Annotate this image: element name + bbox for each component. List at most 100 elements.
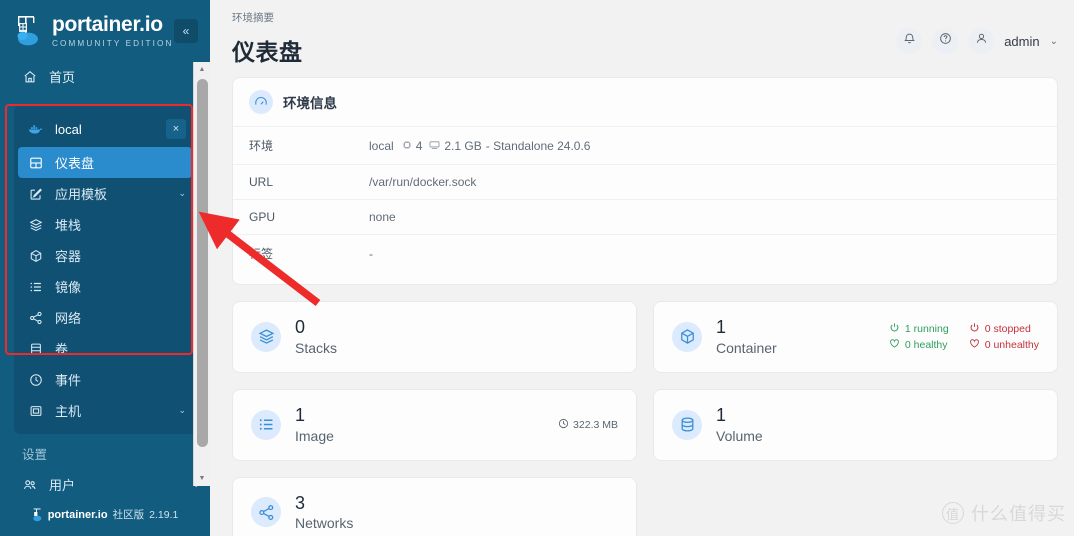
sidebar-item-networks-label: 网络 <box>55 311 82 326</box>
sidebar-scrollbar[interactable]: ▲ ▼ <box>193 62 210 486</box>
help-icon <box>939 32 952 50</box>
stat-count: 1 <box>716 317 727 337</box>
status-running-text: 1 running <box>904 322 949 335</box>
sidebar-item-containers[interactable]: 容器 <box>14 240 196 271</box>
sidebar-item-images[interactable]: 镜像 <box>14 271 196 302</box>
dashboard-icon <box>28 156 43 170</box>
env-row-tags: 标签 - <box>233 234 1057 272</box>
stats-grid: 0 Stacks 1 Image 322.3 MB 3 Networks 1 C… <box>232 301 1058 536</box>
watermark: 值 什么值得买 <box>942 500 1066 526</box>
notifications-button[interactable] <box>896 28 923 54</box>
footer-brand: portainer.io <box>47 508 108 521</box>
environment-info-header: 环境信息 <box>233 78 1057 126</box>
sidebar-scrollbar-thumb[interactable] <box>197 79 208 447</box>
stat-card-volumes[interactable]: 1 Volume <box>653 388 1058 461</box>
stat-count: 0 <box>295 317 306 337</box>
environment-info-card: 环境信息 环境 local 4 2.1 GB - Standalone 24.0… <box>232 77 1058 285</box>
environment-name: local <box>55 121 82 137</box>
watermark-text: 什么值得买 <box>971 504 1066 524</box>
environment-nav-block: local × 仪表盘 应用模板 ⌄ 堆栈 容器 镜像 网络 卷 事件 主机 ⌄ <box>14 105 196 434</box>
portainer-footer-logo-icon <box>32 508 43 522</box>
env-row-value: /var/run/docker.sock <box>369 175 477 189</box>
stat-card-images[interactable]: 1 Image 322.3 MB <box>232 388 637 461</box>
environment-info-title: 环境信息 <box>283 96 337 111</box>
env-row-url: URL /var/run/docker.sock <box>233 164 1057 199</box>
sidebar-item-volumes[interactable]: 卷 <box>14 333 196 364</box>
logo-subtitle: COMMUNITY EDITION <box>52 39 174 48</box>
stat-count: 1 <box>716 404 727 425</box>
sidebar-item-dashboard[interactable]: 仪表盘 <box>18 147 192 178</box>
sidebar-item-app-templates-label: 应用模板 <box>55 187 108 202</box>
sidebar: portainer.io COMMUNITY EDITION « 首页 loca… <box>0 0 210 536</box>
help-button[interactable] <box>932 28 959 54</box>
scroll-up-arrow-icon[interactable]: ▲ <box>194 62 210 77</box>
sidebar-item-containers-label: 容器 <box>55 249 82 264</box>
stat-label: Networks <box>295 515 354 532</box>
logo-title: portainer.io <box>52 13 163 36</box>
host-icon <box>28 404 43 418</box>
images-icon <box>251 409 281 440</box>
network-icon <box>28 311 43 325</box>
power-icon <box>889 322 900 336</box>
sidebar-item-users[interactable]: 用户 ⌄ <box>0 469 210 497</box>
stat-card-containers[interactable]: 1 Container 1 running 0 stopped 0 health… <box>653 301 1058 373</box>
cpu-icon <box>402 139 412 153</box>
status-unhealthy-text: 0 unhealthy <box>984 338 1039 351</box>
home-icon <box>22 70 37 84</box>
env-row-value: none <box>369 210 396 224</box>
sidebar-item-events[interactable]: 事件 <box>14 364 196 395</box>
close-environment-button[interactable]: × <box>166 119 186 139</box>
breadcrumb[interactable]: 环境摘要 <box>232 10 303 25</box>
bell-icon <box>903 32 916 50</box>
chevron-down-icon: ⌄ <box>178 405 186 415</box>
environment-selector[interactable]: local × <box>14 111 196 147</box>
sidebar-item-dashboard-label: 仪表盘 <box>55 156 95 171</box>
stat-count: 1 <box>295 404 306 425</box>
sidebar-logo[interactable]: portainer.io COMMUNITY EDITION « <box>0 0 210 58</box>
container-status-group: 1 running 0 stopped 0 healthy 0 unhealth… <box>889 322 1039 352</box>
sidebar-item-events-label: 事件 <box>55 373 82 388</box>
stat-card-stacks[interactable]: 0 Stacks <box>232 301 637 373</box>
watermark-logo-icon: 值 <box>942 502 964 524</box>
container-icon <box>672 321 702 352</box>
stat-count: 3 <box>295 492 306 513</box>
sidebar-item-stacks[interactable]: 堆栈 <box>14 209 196 240</box>
stat-label: Image <box>295 427 334 444</box>
env-row-gpu: GPU none <box>233 199 1057 234</box>
memory-icon <box>429 139 440 153</box>
volume-icon <box>672 409 702 440</box>
sidebar-item-home[interactable]: 首页 <box>0 58 210 95</box>
collapse-sidebar-button[interactable]: « <box>174 19 198 43</box>
template-icon <box>28 187 43 201</box>
sidebar-item-host-label: 主机 <box>55 404 82 419</box>
scroll-down-arrow-icon[interactable]: ▼ <box>194 471 210 486</box>
sidebar-item-networks[interactable]: 网络 <box>14 302 196 333</box>
stat-card-networks[interactable]: 3 Networks <box>232 476 637 536</box>
sidebar-item-volumes-label: 卷 <box>55 342 69 357</box>
status-unhealthy: 0 unhealthy <box>969 338 1039 352</box>
images-icon <box>28 280 43 294</box>
container-icon <box>28 249 43 263</box>
sidebar-footer: portainer.io 社区版 2.19.1 <box>0 497 210 536</box>
portainer-dashboard-window: portainer.io COMMUNITY EDITION « 首页 loca… <box>0 0 1080 536</box>
logo-text: portainer.io COMMUNITY EDITION <box>52 14 174 48</box>
users-icon <box>22 478 37 492</box>
gauge-icon <box>249 90 273 114</box>
power-icon <box>969 322 980 336</box>
user-icon <box>975 32 988 50</box>
status-running: 1 running <box>889 322 949 336</box>
stats-column-left: 0 Stacks 1 Image 322.3 MB 3 Networks <box>232 301 637 536</box>
env-row-value: local 4 2.1 GB - Standalone 24.0.6 <box>369 139 590 153</box>
chevron-down-icon[interactable]: ⌄ <box>1050 36 1058 47</box>
sidebar-item-app-templates[interactable]: 应用模板 ⌄ <box>14 178 196 209</box>
docker-whale-icon <box>28 123 43 136</box>
env-row-key: GPU <box>249 210 276 224</box>
stat-label: Stacks <box>295 339 338 356</box>
status-stopped: 0 stopped <box>969 322 1039 336</box>
right-edge-strip <box>1074 0 1080 536</box>
user-avatar[interactable] <box>968 28 995 54</box>
sidebar-item-host[interactable]: 主机 ⌄ <box>14 395 196 426</box>
status-stopped-text: 0 stopped <box>984 322 1031 335</box>
portainer-logo-icon <box>14 14 44 48</box>
sidebar-item-stacks-label: 堆栈 <box>55 218 82 233</box>
